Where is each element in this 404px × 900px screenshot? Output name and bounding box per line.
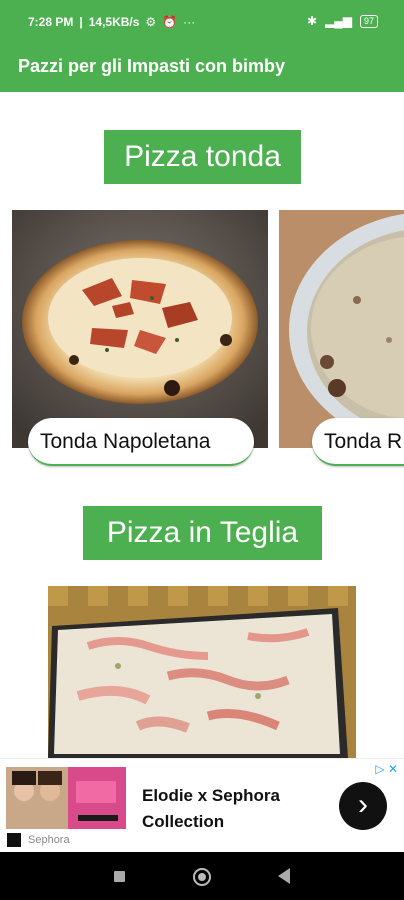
pizza-teglia-photo[interactable] <box>48 586 356 758</box>
battery-level: 97 <box>363 15 374 26</box>
pizza-tonda-carousel[interactable]: Tonda Napoletana Tonda R <box>0 210 404 470</box>
recents-icon[interactable] <box>114 871 125 882</box>
bluetooth-icon: ✱ <box>306 14 318 28</box>
pizza-romana-photo <box>279 210 404 448</box>
status-time: 7:28 PM <box>28 15 74 29</box>
alarm-icon: ⚙ <box>145 15 157 29</box>
status-bar: 7:28 PM | 14,5KB/s ⚙ ⏰ ··· ✱ ▂▄▆ 97 <box>0 0 404 44</box>
section-header-pizza-teglia: Pizza in Teglia <box>83 506 322 560</box>
back-icon[interactable] <box>278 868 290 884</box>
system-nav-bar <box>0 852 404 900</box>
signal-icon: ▂▄▆ <box>325 14 352 28</box>
home-icon[interactable] <box>193 868 211 886</box>
card-tonda-romana[interactable]: Tonda R <box>279 210 404 468</box>
ad-title: Elodie x Sephora Collection <box>142 786 280 831</box>
pizza-napoletana-photo <box>12 210 268 448</box>
ad-image <box>6 767 126 829</box>
status-net-speed: 14,5KB/s <box>88 15 140 29</box>
ad-source-logo <box>7 833 21 847</box>
card-tonda-napoletana[interactable]: Tonda Napoletana <box>12 210 268 468</box>
card-label: Tonda Napoletana <box>28 418 254 466</box>
app-header: 7:28 PM | 14,5KB/s ⚙ ⏰ ··· ✱ ▂▄▆ 97 Pazz… <box>0 0 404 92</box>
app-title: Pazzi per gli Impasti con bimby <box>18 56 286 76</box>
card-label: Tonda R <box>312 418 404 466</box>
more-icon: ··· <box>183 15 196 29</box>
section-header-pizza-tonda: Pizza tonda <box>104 130 301 184</box>
battery-icon: 97 <box>359 14 378 28</box>
clock-icon: ⏰ <box>162 15 178 29</box>
adchoices-icon[interactable]: ▷ ✕ <box>375 762 398 776</box>
chevron-right-icon[interactable]: › <box>339 782 387 830</box>
ad-source: Sephora <box>28 834 70 846</box>
